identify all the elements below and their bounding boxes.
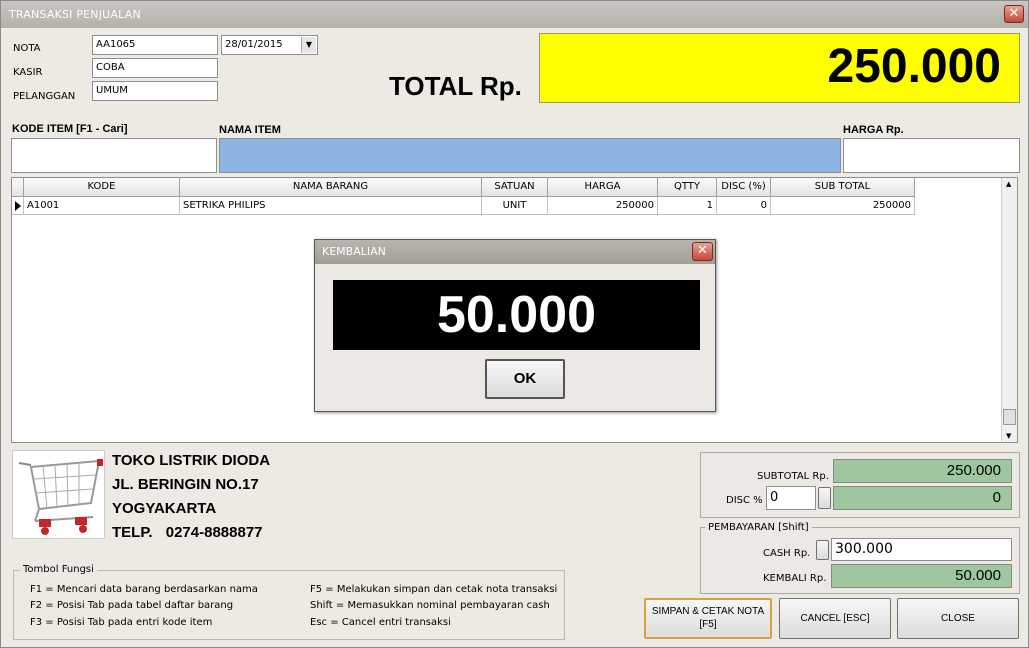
col-qtty[interactable]: QTTY	[658, 178, 717, 197]
sales-transaction-window: TRANSAKSI PENJUALAN ✕ NOTA AA1065 28/01/…	[0, 0, 1029, 648]
nama-item-label: NAMA ITEM	[219, 124, 281, 136]
store-phone-number: 0274-8888877	[165, 524, 263, 541]
disc-label: DISC %	[726, 495, 763, 506]
store-name: TOKO LISTRIK DIODA	[112, 452, 271, 469]
cancel-button[interactable]: CANCEL [ESC]	[779, 598, 891, 639]
shortcut-f1: F1 = Mencari data barang berdasarkan nam…	[30, 584, 258, 595]
table-cell-harga[interactable]: 250000	[548, 197, 658, 215]
kasir-label: KASIR	[13, 67, 43, 78]
shortcut-shift: Shift = Memasukkan nominal pembayaran ca…	[310, 600, 550, 611]
save-print-label: SIMPAN & CETAK NOTA	[651, 606, 765, 617]
cash-input[interactable]: 300.000	[831, 538, 1012, 561]
dialog-close-icon[interactable]: ✕	[692, 242, 713, 261]
close-button[interactable]: CLOSE	[897, 598, 1019, 639]
scroll-up-icon[interactable]: ▲	[1006, 180, 1011, 188]
row-header-corner	[12, 178, 24, 197]
shortcut-f2: F2 = Posisi Tab pada tabel daftar barang	[30, 600, 234, 611]
nota-field[interactable]: AA1065	[92, 35, 218, 55]
window-title: TRANSAKSI PENJUALAN	[9, 8, 141, 21]
shortcut-esc: Esc = Cancel entri transaksi	[310, 617, 451, 628]
save-print-button[interactable]: SIMPAN & CETAK NOTA [F5]	[644, 598, 772, 639]
date-value: 28/01/2015	[225, 39, 283, 50]
col-subtotal[interactable]: SUB TOTAL	[771, 178, 915, 197]
subtotal-label: SUBTOTAL Rp.	[757, 471, 829, 482]
harga-label: HARGA Rp.	[843, 124, 904, 136]
disc-amount-field: 0	[833, 486, 1012, 510]
col-disc[interactable]: DISC (%)	[717, 178, 771, 197]
cash-label: CASH Rp.	[763, 548, 811, 559]
save-print-shortcut: [F5]	[699, 619, 717, 630]
store-city: YOGYAKARTA	[112, 500, 217, 517]
date-picker[interactable]: 28/01/2015 ▼	[221, 35, 318, 55]
payment-panel: PEMBAYARAN [Shift] CASH Rp. 300.000 KEMB…	[700, 522, 1020, 594]
store-phone: TELP. 0274-8888877	[112, 524, 263, 541]
dialog-title-bar: KEMBALIAN ✕	[315, 240, 715, 264]
pelanggan-field[interactable]: UMUM	[92, 81, 218, 101]
col-kode[interactable]: KODE	[24, 178, 180, 197]
ok-button[interactable]: OK	[485, 359, 565, 399]
vertical-scrollbar[interactable]: ▲ ▼	[1001, 178, 1017, 442]
store-address: JL. BERINGIN NO.17	[112, 476, 259, 493]
shortcut-f5: F5 = Melakukan simpan dan cetak nota tra…	[310, 584, 558, 595]
kasir-field[interactable]: COBA	[92, 58, 218, 78]
scroll-thumb[interactable]	[1003, 409, 1016, 425]
shopping-cart-logo	[12, 450, 105, 539]
table-cell-qtty[interactable]: 1	[658, 197, 717, 215]
chevron-down-icon[interactable]: ▼	[301, 37, 316, 53]
shortcuts-group: Tombol Fungsi F1 = Mencari data barang b…	[13, 564, 565, 640]
store-phone-label: TELP.	[112, 524, 153, 541]
change-amount: 50.000	[333, 280, 700, 350]
dialog-title: KEMBALIAN	[322, 245, 386, 258]
nota-label: NOTA	[13, 43, 41, 54]
total-display: 250.000	[539, 33, 1020, 103]
total-label: TOTAL Rp.	[389, 71, 522, 101]
row-indicator-icon	[12, 197, 24, 215]
col-nama-barang[interactable]: NAMA BARANG	[180, 178, 482, 197]
shortcuts-title: Tombol Fungsi	[20, 564, 97, 575]
col-harga[interactable]: HARGA	[548, 178, 658, 197]
nama-item-input[interactable]	[219, 138, 841, 173]
kembali-field: 50.000	[831, 564, 1012, 588]
subtotal-field: 250.000	[833, 459, 1012, 483]
col-satuan[interactable]: SATUAN	[482, 178, 548, 197]
disc-apply-button[interactable]	[818, 487, 831, 509]
cash-button[interactable]	[816, 540, 829, 560]
window-close-icon[interactable]: ✕	[1004, 5, 1024, 23]
harga-input[interactable]	[843, 138, 1020, 173]
scroll-down-icon[interactable]: ▼	[1006, 432, 1011, 440]
table-cell-satuan[interactable]: UNIT	[482, 197, 548, 215]
kembali-label: KEMBALI Rp.	[763, 573, 827, 584]
pelanggan-label: PELANGGAN	[13, 91, 76, 102]
summary-panel: SUBTOTAL Rp. 250.000 DISC % 0 0	[700, 452, 1020, 518]
change-dialog: KEMBALIAN ✕ 50.000 OK	[314, 239, 716, 412]
table-cell-disc[interactable]: 0	[717, 197, 771, 215]
kode-item-input[interactable]	[11, 138, 217, 173]
table-cell-nama[interactable]: SETRIKA PHILIPS	[180, 197, 482, 215]
disc-input[interactable]: 0	[766, 486, 816, 510]
title-bar: TRANSAKSI PENJUALAN ✕	[1, 1, 1028, 28]
shortcut-f3: F3 = Posisi Tab pada entri kode item	[30, 617, 213, 628]
table-cell-kode[interactable]: A1001	[24, 197, 180, 215]
table-cell-subtotal[interactable]: 250000	[771, 197, 915, 215]
payment-title: PEMBAYARAN [Shift]	[705, 522, 812, 533]
kode-item-label: KODE ITEM [F1 - Cari]	[12, 123, 128, 135]
